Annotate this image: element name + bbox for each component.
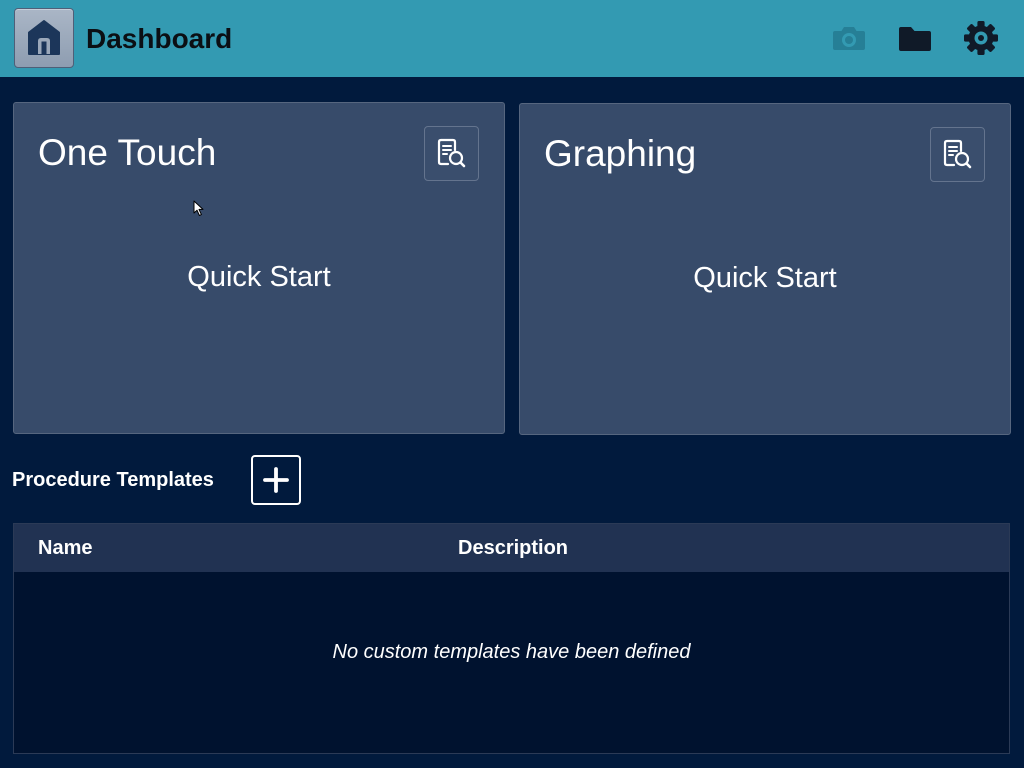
quick-start-button[interactable]: Quick Start bbox=[520, 260, 1010, 296]
empty-state-message: No custom templates have been defined bbox=[332, 641, 691, 663]
home-icon bbox=[27, 19, 61, 56]
camera-icon bbox=[831, 24, 867, 52]
column-header-description: Description bbox=[458, 537, 569, 559]
card-title: One Touch bbox=[38, 132, 217, 173]
camera-button[interactable] bbox=[827, 16, 871, 60]
document-search-icon bbox=[435, 137, 467, 169]
graphing-card[interactable]: Graphing Quick Start bbox=[519, 103, 1011, 435]
page-title: Dashboard bbox=[86, 23, 233, 54]
plus-icon bbox=[263, 467, 289, 493]
document-search-icon bbox=[941, 138, 973, 170]
folder-icon bbox=[898, 24, 932, 52]
one-touch-browse-button[interactable] bbox=[424, 126, 479, 181]
table-header: Name Description bbox=[14, 524, 1009, 572]
one-touch-card[interactable]: One Touch Quick Start bbox=[13, 102, 505, 434]
add-template-button[interactable] bbox=[251, 455, 301, 505]
table-body: No custom templates have been defined bbox=[14, 572, 1009, 753]
section-title: Procedure Templates bbox=[12, 469, 214, 491]
home-button[interactable] bbox=[14, 8, 74, 68]
column-header-name: Name bbox=[38, 537, 93, 559]
gear-icon bbox=[963, 20, 999, 56]
graphing-browse-button[interactable] bbox=[930, 127, 985, 182]
templates-table: Name Description No custom templates hav… bbox=[13, 523, 1010, 754]
top-bar: Dashboard bbox=[0, 0, 1024, 77]
card-title: Graphing bbox=[544, 133, 697, 174]
quick-start-button[interactable]: Quick Start bbox=[14, 259, 504, 295]
settings-button[interactable] bbox=[959, 16, 1003, 60]
folder-button[interactable] bbox=[893, 16, 937, 60]
